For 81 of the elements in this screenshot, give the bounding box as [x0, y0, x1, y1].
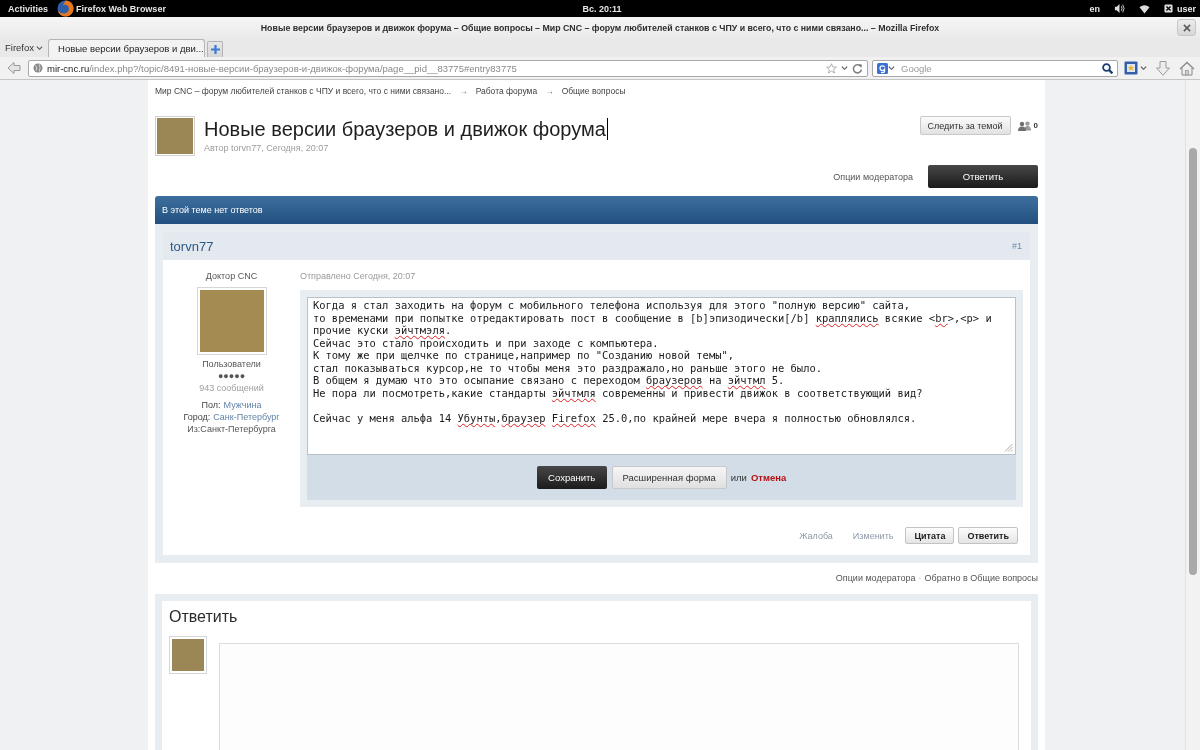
misspelled-word: эйчтмл: [727, 375, 766, 388]
wifi-icon[interactable]: [1139, 3, 1150, 14]
reply-heading: Ответить: [169, 608, 239, 626]
scrollbar-thumb[interactable]: [1189, 148, 1197, 575]
profile-note: Из:Санкт-Петербурга: [187, 423, 276, 435]
app-logo-icon[interactable]: [57, 0, 75, 17]
field-label: Пол:: [201, 399, 221, 411]
breadcrumb-link[interactable]: Общие вопросы: [561, 86, 626, 96]
firefox-menu-button[interactable]: Firefox: [5, 42, 44, 53]
breadcrumb-link[interactable]: Работа форума: [475, 86, 538, 96]
keyboard-layout[interactable]: en: [1089, 3, 1100, 14]
window-title: Новые версии браузеров и движок форума – Общие вопросы – Мир CNC – форум любителей станков с ЧПУ и всего, что с ними связано... – Mozilla Firefox: [260, 22, 940, 33]
caret-icon: [36, 44, 44, 51]
avatar-placeholder: [155, 116, 195, 156]
back-arrow-icon: [7, 61, 21, 75]
app-menu[interactable]: Firefox Web Browser: [76, 3, 166, 14]
text-cursor-icon: [606, 118, 608, 140]
footer-separator: ·: [918, 572, 922, 584]
address-field[interactable]: mir-cnc.ru/index.php?/topic/8491-новые-версии-браузеров-и-движок-форума/page__pid__83775#entry83775: [28, 59, 868, 77]
star-icon[interactable]: [826, 62, 837, 74]
avatar-placeholder: [169, 636, 207, 674]
action-button[interactable]: Ответить: [958, 527, 1018, 544]
misspelled-word: краплялись: [815, 312, 879, 325]
post-author[interactable]: torvn77: [170, 238, 214, 254]
bookmark-star-icon: [1124, 61, 1138, 75]
notice-bar: В этой теме нет ответов: [155, 196, 1038, 224]
follower-count: 0: [1033, 121, 1038, 130]
reply-button[interactable]: Ответить: [928, 165, 1038, 188]
save-button[interactable]: Сохранить: [536, 466, 607, 489]
misspelled-word: Firefox: [551, 412, 596, 425]
rank-pips: ●●●●●: [217, 370, 246, 382]
misspelled-word: браузеров: [646, 375, 703, 388]
field-value: Мужчина: [223, 399, 262, 411]
volume-icon[interactable]: [1114, 3, 1125, 14]
avatar-placeholder: [196, 287, 267, 355]
member-title: Доктор CNC: [205, 270, 258, 282]
activities-button[interactable]: Activities: [8, 3, 49, 14]
download-arrow-icon[interactable]: [1156, 60, 1170, 76]
misspelled-word: эйчтмля: [551, 387, 596, 400]
field-label: Город:: [183, 411, 211, 423]
search-engine-icon[interactable]: [877, 62, 888, 74]
post-count: 943 сообщений: [199, 382, 264, 394]
new-tab-button[interactable]: [207, 41, 224, 57]
user-status-icon[interactable]: [1164, 4, 1173, 13]
clock[interactable]: Вс. 20:11: [582, 3, 622, 14]
home-icon[interactable]: [1179, 60, 1195, 76]
site-globe-icon[interactable]: [33, 63, 43, 73]
field-value: Санк-Петербург: [213, 411, 280, 423]
or-text: или: [730, 472, 747, 483]
breadcrumb-link[interactable]: Мир CNC – форум любителей станков с ЧПУ и всего, что с ними связано...: [155, 86, 452, 96]
caret-icon: [1140, 65, 1147, 71]
resize-grip-icon[interactable]: [1004, 443, 1013, 452]
bookmarks-button[interactable]: [1124, 61, 1147, 75]
browser-tab[interactable]: Новые версии браузеров и дви...: [48, 39, 206, 57]
close-button[interactable]: [1177, 19, 1196, 36]
footer-link[interactable]: Опции модератора: [835, 572, 916, 584]
caret-icon[interactable]: [841, 65, 848, 71]
follow-button[interactable]: Следить за темой: [919, 116, 1011, 135]
reload-icon[interactable]: [852, 62, 863, 74]
message-editor[interactable]: Когда я стал заходить на форум с мобильного телефона используя для этого "полную версию" сайта, то временами при попытке отредактировать пост в сообщение в [b]эпизодически[/b] краплялись всякие <br>,<p> и прочие куски эйчтмэля. Сейчас это стало происходить и при заходе с компьютера. К тому же при щелчке по странице,например по "Созданию новой темы", стал показываться курсор,не то чтобы меня это раздражало,но раньше этого не было. В общем я думаю что это осыпание связано с переходом браузеров на эйчтмл 5. Не пора ли посмотреть,какие стандарты эйчтмля современны и привести движок в соответствующий вид? Сейчас у меня альфа 14 Убунты,браузер Firefox 25.0,по крайней мере вчера я полностью обновлялся.: [307, 297, 1016, 455]
search-icon[interactable]: [1102, 62, 1113, 74]
plus-icon: [210, 45, 220, 54]
footer-link[interactable]: Обратно в Общие вопросы: [924, 572, 1038, 584]
moderator-options-link[interactable]: Опции модератора: [833, 171, 913, 182]
misspelled-word: br: [935, 312, 948, 325]
misspelled-word: эйчтмэля: [394, 325, 445, 338]
breadcrumb-separator: →: [545, 86, 554, 96]
people-icon: [1017, 120, 1031, 131]
close-icon: [1182, 23, 1191, 32]
topic-byline: Автор torvn77, Сегодня, 20:07: [204, 143, 330, 153]
advanced-form-button[interactable]: Расширенная форма: [611, 466, 727, 489]
breadcrumb-separator: →: [459, 86, 468, 96]
misspelled-word: браузер: [501, 412, 546, 425]
topic-title: Новые версии браузеров и движок форума: [204, 117, 606, 142]
member-group: Пользователи: [202, 358, 261, 370]
post-date: Отправлено Сегодня, 20:07: [300, 270, 417, 282]
cancel-link[interactable]: Отмена: [750, 472, 787, 483]
user-menu[interactable]: user: [1177, 3, 1196, 14]
caret-icon[interactable]: [888, 65, 895, 71]
action-button[interactable]: Цитата: [905, 527, 955, 544]
misspelled-word: Убунты: [457, 412, 496, 425]
